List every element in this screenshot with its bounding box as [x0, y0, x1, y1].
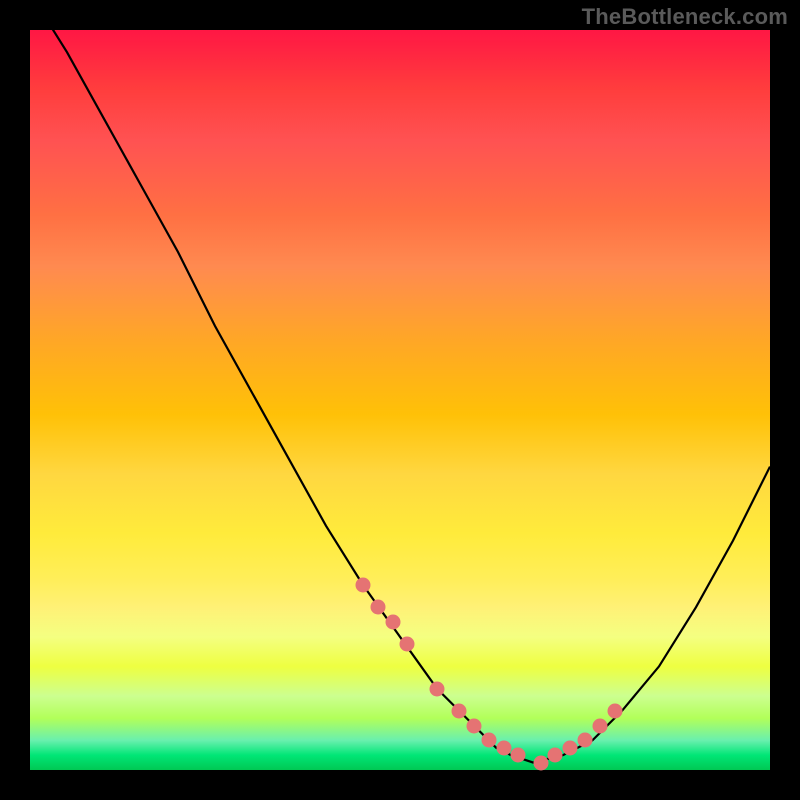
watermark-text: TheBottleneck.com [582, 4, 788, 30]
marker-dot [607, 703, 622, 718]
marker-dot [592, 718, 607, 733]
marker-dot [511, 748, 526, 763]
marker-dot [430, 681, 445, 696]
marker-dot [563, 740, 578, 755]
marker-dot [533, 755, 548, 770]
marker-dot [467, 718, 482, 733]
marker-dot [496, 740, 511, 755]
marker-dot [370, 600, 385, 615]
marker-layer [30, 30, 770, 770]
marker-dot [356, 578, 371, 593]
marker-dot [481, 733, 496, 748]
marker-dot [548, 748, 563, 763]
marker-dot [452, 703, 467, 718]
marker-dot [400, 637, 415, 652]
chart-plot-area [30, 30, 770, 770]
marker-dot [578, 733, 593, 748]
marker-dot [385, 615, 400, 630]
